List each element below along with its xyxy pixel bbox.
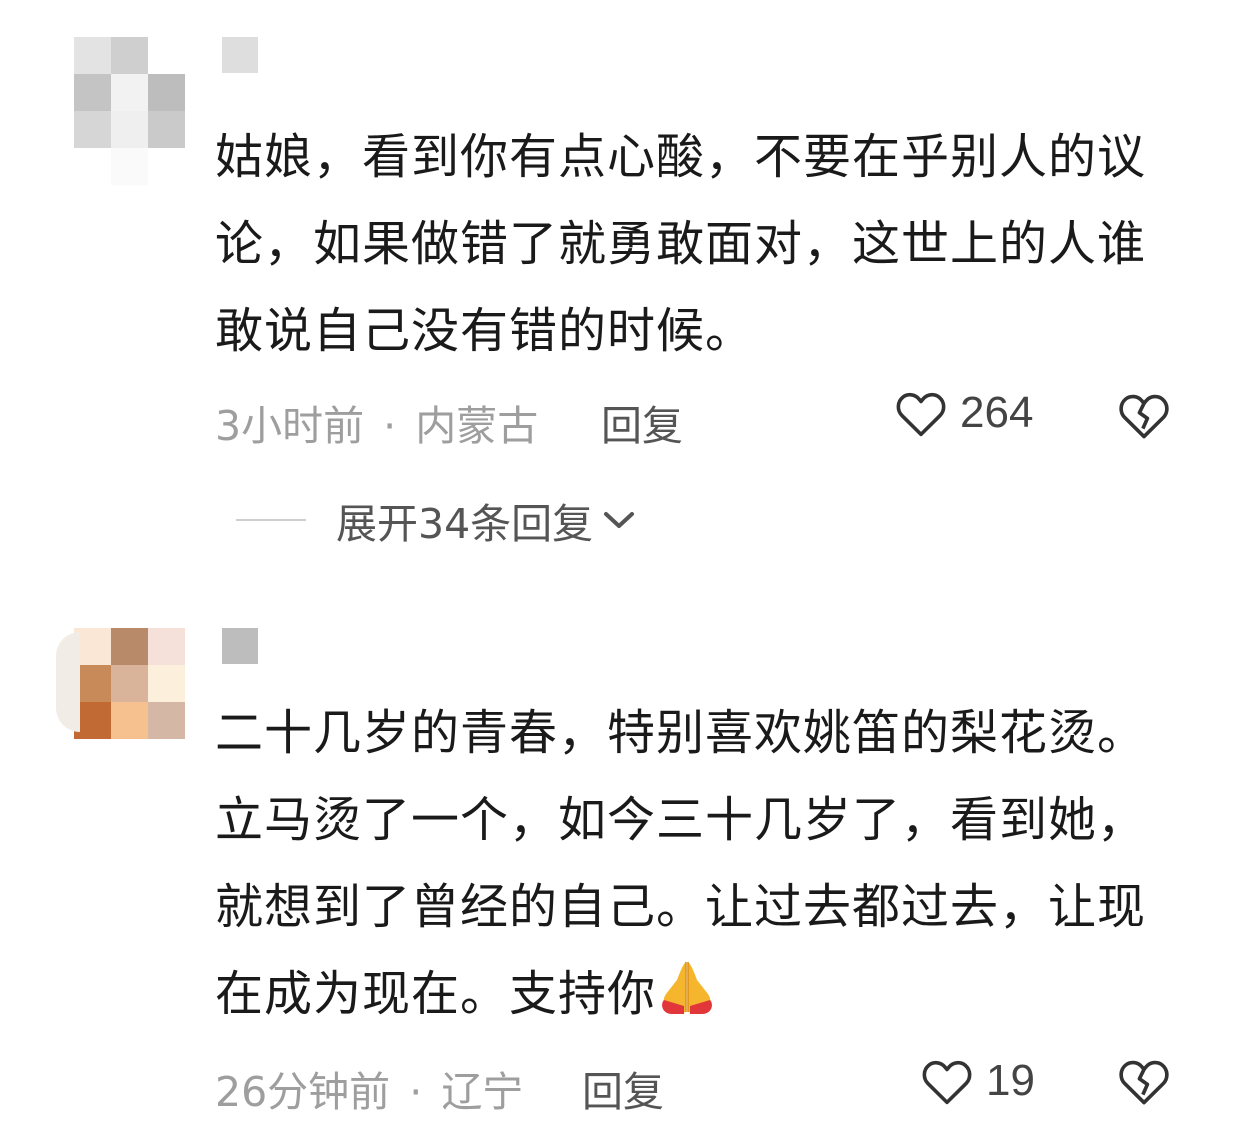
avatar[interactable] — [74, 628, 185, 739]
comment-location: 内蒙古 — [415, 402, 539, 450]
divider-line — [236, 519, 306, 521]
meta-separator: · — [409, 1068, 423, 1116]
comment-meta: 3小时前 · 内蒙古 — [215, 392, 538, 452]
comment-text: 姑娘，看到你有点心酸，不要在乎别人的议论，如果做错了就勇敢面对，这世上的人谁敢说… — [215, 129, 1147, 359]
reply-button[interactable]: 回复 — [582, 1058, 664, 1118]
comment-meta: 26分钟前 · 辽宁 — [215, 1058, 523, 1118]
like-button[interactable]: 19 — [920, 1056, 1035, 1106]
username-placeholder[interactable] — [222, 628, 258, 664]
expand-replies[interactable]: 展开34条回复 — [236, 490, 637, 550]
avatar[interactable] — [74, 37, 185, 187]
chevron-down-icon — [604, 512, 635, 528]
comment-text: 二十几岁的青春，特别喜欢姚笛的梨花烫。立马烫了一个，如今三十几岁了，看到她，就想… — [215, 690, 1175, 1038]
avatar-edge — [56, 632, 80, 732]
expand-replies-label: 展开34条回复 — [336, 500, 594, 548]
reply-button[interactable]: 回复 — [601, 392, 683, 452]
like-count: 264 — [960, 388, 1034, 437]
like-button[interactable]: 264 — [894, 388, 1033, 438]
meta-separator: · — [383, 402, 397, 450]
broken-heart-icon[interactable] — [1116, 390, 1172, 440]
like-count: 19 — [986, 1056, 1035, 1105]
heart-icon — [922, 1060, 972, 1105]
comment-time: 3小时前 — [215, 402, 365, 450]
heart-icon — [896, 392, 946, 437]
comment-location: 辽宁 — [441, 1068, 524, 1116]
comment-time: 26分钟前 — [215, 1068, 391, 1116]
broken-heart-icon[interactable] — [1116, 1056, 1172, 1106]
praying-hands-icon — [662, 962, 712, 1014]
username-placeholder[interactable] — [222, 37, 258, 73]
